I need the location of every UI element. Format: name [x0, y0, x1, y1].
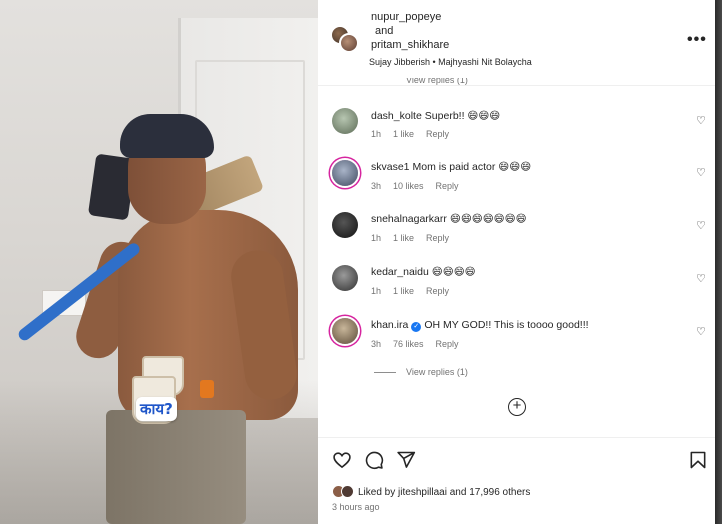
bookmark-icon[interactable]	[688, 450, 708, 470]
liked-by-others[interactable]: and 17,996 others	[450, 487, 531, 498]
comment-meta: 3h 10 likes Reply	[371, 181, 471, 191]
comment-time: 1h	[371, 233, 382, 243]
author-username[interactable]: pritam_shikhare	[371, 38, 449, 52]
comment-time: 3h	[371, 339, 382, 349]
comment-body: khan.ira ✓ OH MY GOD!! This is toooo good!…	[371, 319, 589, 332]
heart-icon[interactable]: ♡	[696, 219, 706, 232]
comment-time: 3h	[371, 181, 382, 191]
author-username[interactable]: nupur_popeye	[371, 10, 449, 24]
comment: skvase1 Mom is paid actor 😄😄😄 3h 10 likes R…	[318, 156, 715, 208]
text-sticker: काय?	[136, 397, 177, 421]
liked-by-username[interactable]: jiteshpillaai	[398, 487, 447, 498]
comment-username[interactable]: dash_kolte	[371, 110, 422, 122]
avatar[interactable]	[332, 212, 358, 238]
comment-text: Mom is paid actor 😄😄😄	[412, 161, 532, 173]
comment-meta: 3h 76 likes Reply	[371, 339, 471, 349]
view-replies-link[interactable]: View replies (1)	[374, 367, 468, 377]
comment: khan.ira ✓ OH MY GOD!! This is toooo good!…	[318, 316, 715, 368]
reply-button[interactable]: Reply	[426, 233, 449, 243]
background-edge	[715, 0, 722, 524]
comment-likes[interactable]: 10 likes	[393, 181, 424, 191]
avatar[interactable]	[332, 160, 358, 186]
heart-icon[interactable]: ♡	[696, 166, 706, 179]
comment-time: 1h	[371, 286, 382, 296]
and-label: and	[375, 25, 394, 37]
reply-button[interactable]: Reply	[426, 286, 449, 296]
heart-icon[interactable]: ♡	[696, 272, 706, 285]
view-replies-link[interactable]: View replies (1)	[406, 78, 468, 86]
comment: dash_kolte Superb!! 😄😄😄 1h 1 like Reply ♡	[318, 104, 715, 156]
post-timestamp[interactable]: 3 hours ago	[332, 502, 380, 512]
post-actions: Liked by jiteshpillaai and 17,996 others…	[318, 437, 715, 524]
post-details-panel: nupur_popeye and pritam_shikhare Sujay J…	[318, 0, 715, 524]
comment-time: 1h	[371, 129, 382, 139]
comment-body: dash_kolte Superb!! 😄😄😄	[371, 110, 500, 122]
comment-username[interactable]: skvase1	[371, 161, 410, 173]
comment-likes[interactable]: 1 like	[393, 286, 414, 296]
comment-likes[interactable]: 1 like	[393, 233, 414, 243]
head-scarf	[120, 114, 214, 158]
comment-likes[interactable]: 1 like	[393, 129, 414, 139]
comment-text: Superb!! 😄😄😄	[424, 110, 501, 122]
comment-body: skvase1 Mom is paid actor 😄😄😄	[371, 161, 531, 173]
comment-meta: 1h 1 like Reply	[371, 233, 461, 243]
comment-meta: 1h 1 like Reply	[371, 129, 461, 139]
add-circle-icon[interactable]: +	[508, 398, 526, 416]
avatar[interactable]	[339, 33, 359, 53]
share-icon[interactable]	[396, 450, 416, 470]
person-pants	[106, 410, 246, 524]
comment-body: snehalnagarkarr 😄😄😄😄😄😄😄	[371, 213, 527, 225]
comment-text: 😄😄😄😄	[431, 266, 476, 278]
view-replies-label[interactable]: View replies (1)	[406, 367, 468, 377]
comment-text: 😄😄😄😄😄😄😄	[449, 213, 527, 225]
likes-summary[interactable]: Liked by jiteshpillaai and 17,996 others	[332, 485, 530, 498]
reply-button[interactable]: Reply	[426, 129, 449, 139]
comment-icon[interactable]	[364, 450, 384, 470]
comment-body: kedar_naidu 😄😄😄😄	[371, 266, 476, 278]
wrist-watch	[200, 380, 214, 398]
post-authors: nupur_popeye and pritam_shikhare	[371, 10, 449, 52]
comment: kedar_naidu 😄😄😄😄 1h 1 like Reply ♡	[318, 263, 715, 315]
more-options-icon[interactable]: •••	[687, 31, 707, 49]
comment-username[interactable]: kedar_naidu	[371, 266, 429, 278]
divider-line	[374, 372, 396, 374]
comment-likes[interactable]: 76 likes	[393, 339, 424, 349]
post-image[interactable]: काय?	[0, 0, 318, 524]
avatar[interactable]	[332, 108, 358, 134]
liked-by-label: Liked by	[358, 487, 396, 498]
comment: snehalnagarkarr 😄😄😄😄😄😄😄 1h 1 like Reply ♡	[318, 210, 715, 262]
audio-track[interactable]: Sujay Jibberish • Majhyashi Nit Bolaycha	[369, 57, 532, 67]
comment-meta: 1h 1 like Reply	[371, 286, 461, 296]
heart-icon[interactable]: ♡	[696, 114, 706, 127]
avatar[interactable]	[332, 318, 358, 344]
reply-button[interactable]: Reply	[436, 339, 459, 349]
heart-icon[interactable]: ♡	[696, 325, 706, 338]
reply-button[interactable]: Reply	[436, 181, 459, 191]
heart-icon[interactable]	[332, 450, 352, 470]
post-header: nupur_popeye and pritam_shikhare Sujay J…	[318, 0, 715, 86]
avatar	[341, 485, 354, 498]
avatar[interactable]	[332, 265, 358, 291]
comment-username[interactable]: khan.ira	[371, 319, 408, 331]
verified-badge-icon: ✓	[411, 322, 422, 332]
comment-text: OH MY GOD!! This is toooo good!!!	[424, 319, 589, 331]
author-avatars[interactable]	[330, 25, 360, 53]
comment-username[interactable]: snehalnagarkarr	[371, 213, 447, 225]
